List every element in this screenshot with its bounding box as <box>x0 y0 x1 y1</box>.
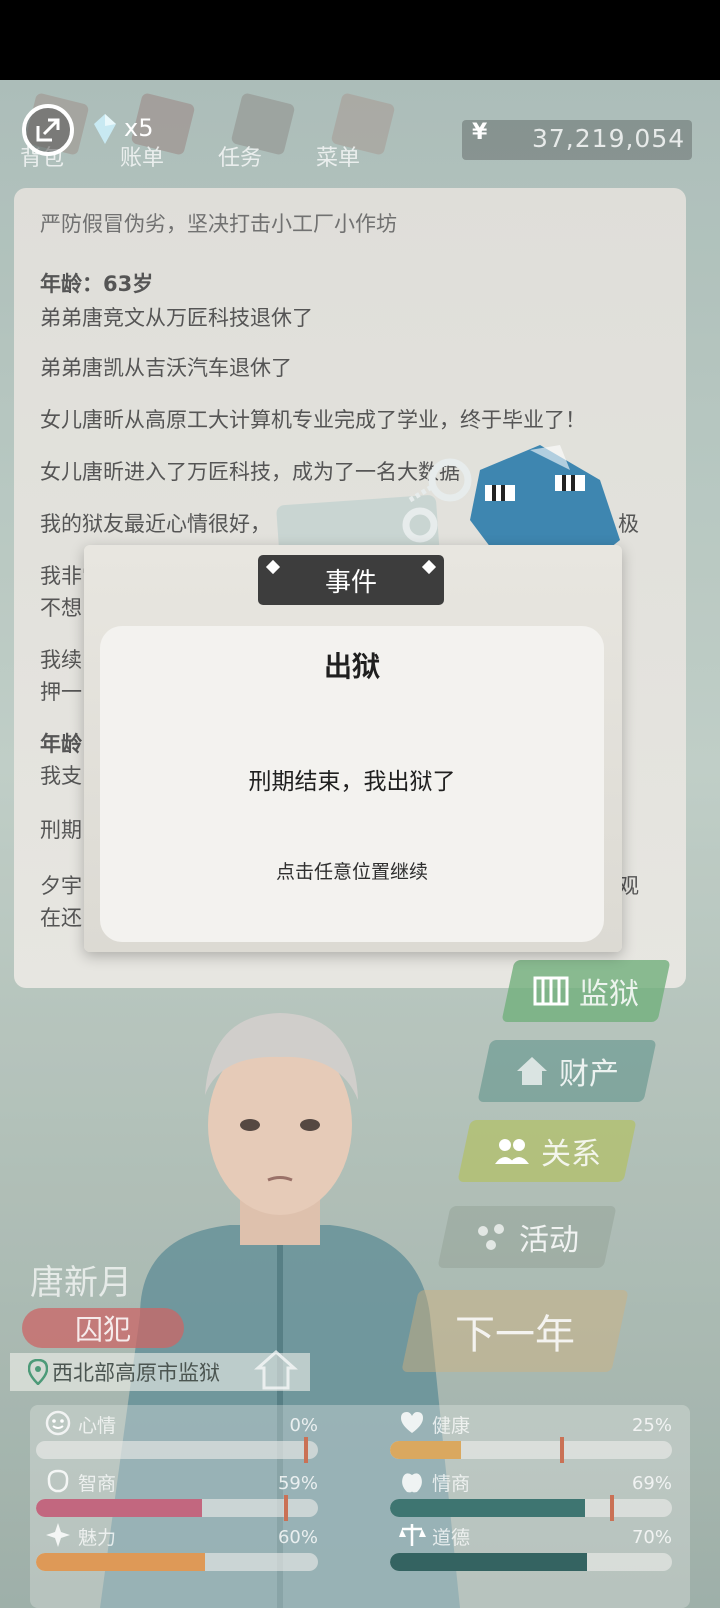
event-body: 刑期结束，我出狱了 <box>248 769 456 795</box>
continue-hint[interactable]: 点击任意位置继续 <box>0 857 704 884</box>
status-bar <box>0 0 720 80</box>
event-tag-label: 事件 <box>324 567 377 598</box>
diamond-decor-icon <box>265 559 281 575</box>
event-title: 出狱 <box>323 650 380 683</box>
event-tag: 事件 <box>258 555 444 605</box>
diamond-decor-icon <box>421 559 437 575</box>
